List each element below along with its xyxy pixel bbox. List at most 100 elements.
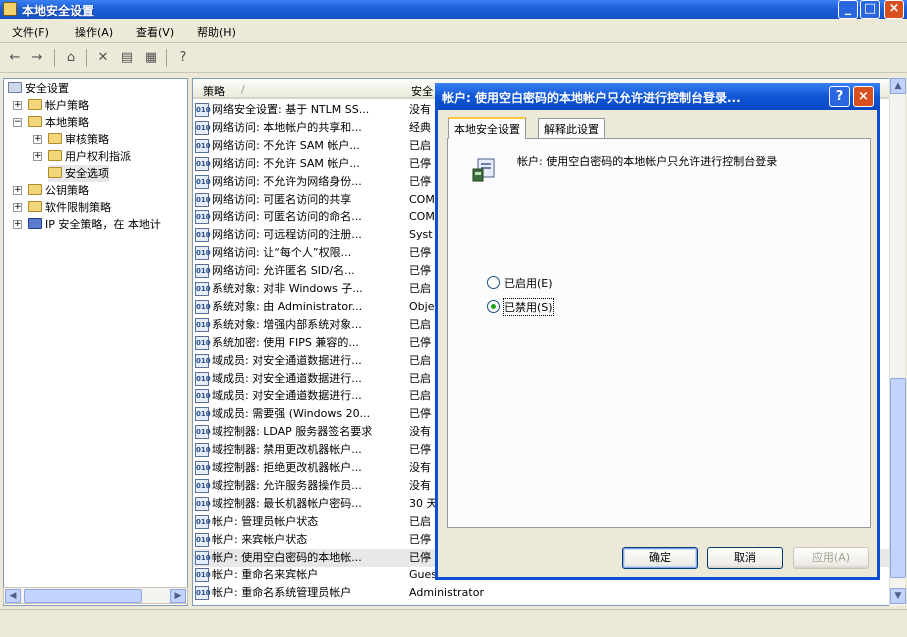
policy-name-cell: 域控制器: LDAP 服务器签名要求: [212, 425, 373, 439]
tree-horizontal-scrollbar[interactable]: ◀ ▶: [3, 587, 188, 604]
tree-item-software-restriction[interactable]: 软件限制策略: [28, 199, 111, 216]
policy-icon: 010: [195, 299, 211, 314]
policy-icon: 010: [195, 514, 211, 529]
app-icon: [3, 2, 17, 16]
policy-name-cell: 网络访问: 本地帐户的共享和...: [212, 120, 362, 134]
expand-icon[interactable]: +: [13, 203, 22, 212]
radio-selected-dot: [491, 304, 496, 309]
tree-item-local-policy[interactable]: 本地策略: [28, 114, 89, 131]
table-row[interactable]: 010 帐户: 重命名系统管理员帐户 Administrator: [193, 584, 893, 602]
policy-value-cell: Administrator: [409, 586, 484, 600]
policy-name-cell: 网络安全设置: 基于 NTLM SS...: [212, 103, 370, 116]
expand-icon[interactable]: +: [13, 186, 22, 195]
tab-explain-setting[interactable]: 解释此设置: [538, 118, 605, 138]
folder-icon: [48, 133, 62, 144]
help-icon[interactable]: ?: [174, 49, 192, 67]
cancel-button[interactable]: 取消: [707, 547, 783, 569]
policy-icon: 010: [195, 407, 211, 422]
export-icon[interactable]: ▦: [142, 49, 160, 67]
policy-name-cell: 系统对象: 对非 Windows 子...: [212, 282, 363, 295]
dialog-title-bar[interactable]: 帐户: 使用空白密码的本地帐户只允许进行控制台登录... ? ×: [435, 83, 880, 110]
expand-icon[interactable]: +: [33, 135, 42, 144]
scroll-right-icon[interactable]: ▶: [170, 589, 186, 603]
policy-name-cell: 域控制器: 禁用更改机器帐户...: [212, 443, 362, 457]
column-header-policy[interactable]: 策略: [203, 83, 225, 99]
dialog-help-button[interactable]: ?: [829, 86, 850, 107]
policy-icon: 010: [195, 317, 211, 332]
scroll-thumb[interactable]: [890, 378, 906, 578]
policy-icon: 010: [195, 568, 211, 583]
tree-item-user-rights[interactable]: 用户权利指派: [48, 148, 131, 165]
policy-icon: 010: [195, 246, 211, 261]
dialog-close-button[interactable]: ×: [853, 86, 874, 107]
policy-name-cell: 域成员: 对安全通道数据进行...: [212, 371, 362, 385]
tab-panel: 帐户: 使用空白密码的本地帐户只允许进行控制台登录 已启用(E) 已禁用(S): [447, 138, 871, 528]
policy-name-cell: 系统加密: 使用 FIPS 兼容的...: [212, 335, 359, 349]
ok-button[interactable]: 确定: [622, 547, 698, 569]
radio-button[interactable]: [487, 276, 500, 289]
policy-name-cell: 网络访问: 不允许 SAM 帐户...: [212, 156, 360, 170]
policy-icon: 010: [195, 371, 211, 386]
menu-action[interactable]: 操作(A): [75, 24, 113, 40]
expand-icon[interactable]: +: [33, 152, 42, 161]
folder-icon: [28, 201, 42, 212]
policy-icon: 010: [195, 586, 211, 601]
toolbar: ← → ⌂ ✕ ▤ ▦ ?: [0, 43, 907, 73]
policy-name-cell: 帐户: 使用空白密码的本地帐...: [212, 550, 362, 564]
tree-item-public-key[interactable]: 公钥策略: [28, 182, 89, 199]
tree-item-label: 安全设置: [25, 82, 69, 95]
toolbar-separator: [86, 49, 87, 67]
tree-item-audit-policy[interactable]: 审核策略: [48, 131, 109, 148]
tree-pane: 安全设置 + 帐户策略 − 本地策略 + 审核策略 + 用户权利指派 安全选项 …: [3, 78, 188, 606]
dialog-title: 帐户: 使用空白密码的本地帐户只允许进行控制台登录...: [442, 91, 741, 105]
policy-name-cell: 帐户: 重命名来宾帐户: [212, 568, 319, 582]
up-folder-icon[interactable]: ⌂: [62, 49, 80, 67]
minimize-button[interactable]: _: [838, 0, 858, 19]
radio-label: 已禁用(S): [503, 298, 554, 316]
properties-icon[interactable]: ▤: [118, 49, 136, 67]
menu-file[interactable]: 文件(F): [12, 24, 49, 40]
scroll-left-icon[interactable]: ◀: [5, 589, 21, 603]
policy-icon: 010: [195, 174, 211, 189]
radio-button[interactable]: [487, 300, 500, 313]
scroll-up-icon[interactable]: ▲: [890, 78, 906, 94]
tree-item-account-policy[interactable]: 帐户策略: [28, 97, 89, 114]
policy-icon: 010: [195, 120, 211, 135]
ip-policy-icon: [28, 218, 42, 229]
policy-name-cell: 帐户: 来宾帐户状态: [212, 532, 308, 546]
expand-icon[interactable]: +: [13, 220, 22, 229]
policy-icon: 010: [195, 389, 211, 404]
tree-item-label: IP 安全策略，在 本地计: [45, 218, 161, 231]
policy-name: 帐户: 使用空白密码的本地帐户只允许进行控制台登录: [517, 155, 778, 168]
policy-name-cell: 网络访问: 不允许 SAM 帐户...: [212, 138, 360, 152]
policy-icon: 010: [195, 138, 211, 153]
back-icon[interactable]: ←: [6, 49, 24, 67]
scroll-down-icon[interactable]: ▼: [890, 588, 906, 604]
close-button[interactable]: ×: [884, 0, 904, 19]
tab-local-security-setting[interactable]: 本地安全设置: [448, 117, 526, 139]
menu-help[interactable]: 帮助(H): [197, 24, 236, 40]
forward-icon[interactable]: →: [28, 49, 46, 67]
policy-icon: 010: [195, 425, 211, 440]
scroll-thumb[interactable]: [24, 589, 142, 603]
expand-icon[interactable]: +: [13, 101, 22, 110]
policy-icon: 010: [195, 550, 211, 565]
tree-item-ip-security[interactable]: IP 安全策略，在 本地计: [28, 216, 161, 233]
delete-icon[interactable]: ✕: [94, 49, 112, 67]
sort-icon: /: [241, 83, 245, 96]
tree-item-security-settings[interactable]: 安全设置: [8, 80, 69, 97]
policy-name-cell: 系统对象: 由 Administrator...: [212, 299, 363, 313]
maximize-button[interactable]: □: [860, 0, 880, 19]
policy-name-cell: 域控制器: 拒绝更改机器帐户...: [212, 461, 362, 474]
column-header-setting[interactable]: 安全: [411, 83, 433, 99]
apply-button[interactable]: 应用(A): [793, 547, 869, 569]
collapse-icon[interactable]: −: [13, 118, 22, 127]
policy-icon: 010: [195, 478, 211, 493]
policy-name-cell: 域成员: 对安全通道数据进行...: [212, 389, 362, 403]
menu-view[interactable]: 查看(V): [136, 24, 174, 40]
list-vertical-scrollbar[interactable]: ▲ ▼: [889, 78, 906, 606]
tree-item-security-options[interactable]: 安全选项: [48, 165, 109, 182]
policy-name-cell: 域控制器: 最长机器帐户密码...: [212, 496, 362, 510]
policy-name-cell: 系统对象: 增强内部系统对象...: [212, 317, 362, 331]
title-bar[interactable]: 本地安全设置 _ □ ×: [0, 0, 907, 19]
